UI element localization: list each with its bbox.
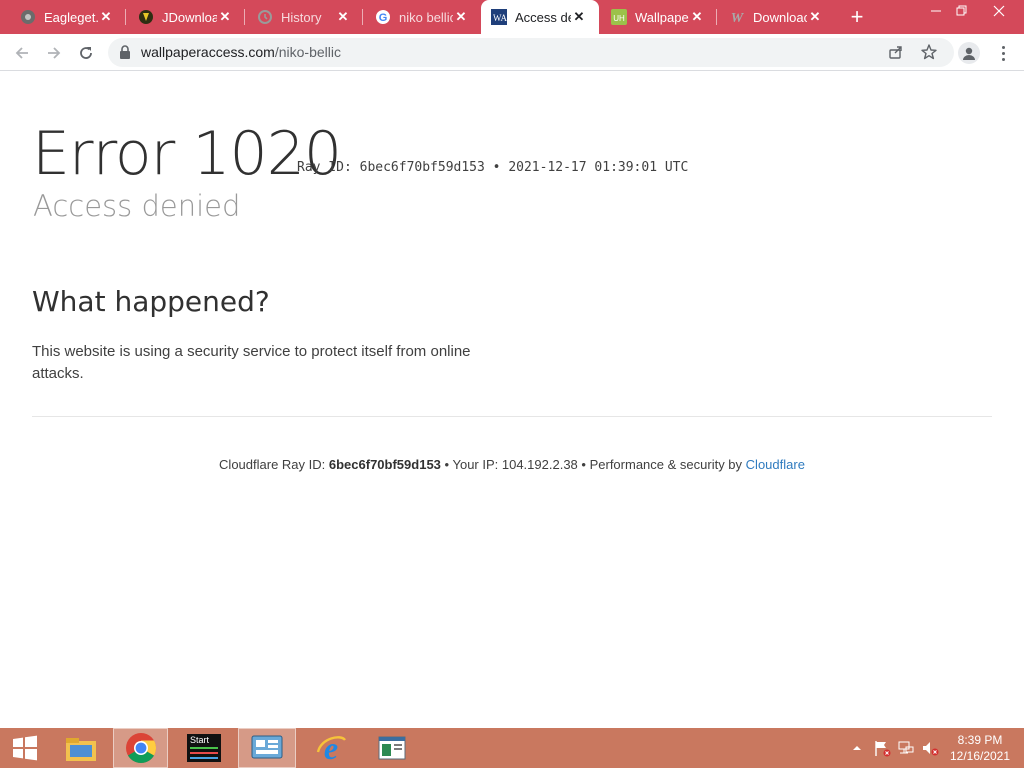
internet-explorer-icon: e xyxy=(316,732,346,764)
reload-button[interactable] xyxy=(74,41,98,65)
windows-logo-icon xyxy=(13,735,37,761)
start-app-label: Start xyxy=(190,735,210,745)
tab-jdownloader[interactable]: JDownloa ✕ xyxy=(126,0,245,34)
tab-history[interactable]: History ✕ xyxy=(245,0,363,34)
url-path: /niko-bellic xyxy=(274,44,341,60)
eagleget-icon xyxy=(20,9,36,25)
chrome-icon xyxy=(125,733,156,764)
close-icon[interactable]: ✕ xyxy=(571,9,587,25)
profile-avatar-icon[interactable] xyxy=(958,42,980,64)
start-app-icon: Start xyxy=(187,734,221,762)
footer-ip: Your IP: 104.192.2.38 xyxy=(452,457,578,472)
tab-title: JDownloa xyxy=(162,9,217,25)
chrome-taskbar[interactable] xyxy=(113,728,168,768)
lock-icon[interactable] xyxy=(119,45,131,64)
reload-icon xyxy=(80,47,92,59)
new-tab-button[interactable]: + xyxy=(845,6,869,30)
svg-text:UH: UH xyxy=(613,14,625,23)
tab-strip: Eagleget.c ✕ JDownloa ✕ History ✕ G niko… xyxy=(0,0,1024,34)
footer-ray-label: Cloudflare Ray ID: xyxy=(219,457,326,472)
close-icon[interactable]: ✕ xyxy=(453,9,469,25)
browser-toolbar: wallpaperaccess.com/niko-bellic xyxy=(0,34,1024,71)
jdownloader-icon xyxy=(138,9,154,25)
tab-title: Wallpaper xyxy=(635,9,689,25)
taskbar: Start e 8:39 PM 12/16/2021 xyxy=(0,728,1024,768)
address-bar[interactable]: wallpaperaccess.com/niko-bellic xyxy=(108,38,954,67)
svg-text:WA: WA xyxy=(493,13,507,23)
tab-eagleget[interactable]: Eagleget.c ✕ xyxy=(0,0,126,34)
forward-button[interactable] xyxy=(42,41,66,65)
url-domain: wallpaperaccess.com xyxy=(141,44,275,60)
start-app-taskbar[interactable]: Start xyxy=(176,728,232,768)
volume-status[interactable] xyxy=(920,728,940,768)
show-hidden-icons-button[interactable] xyxy=(850,728,864,768)
tab-title: History xyxy=(281,9,322,25)
kebab-menu-icon[interactable] xyxy=(995,42,1011,64)
svg-text:G: G xyxy=(379,12,388,24)
close-icon[interactable]: ✕ xyxy=(98,9,114,25)
restore-button[interactable] xyxy=(945,0,979,22)
clock[interactable]: 8:39 PM 12/16/2021 xyxy=(944,732,1016,764)
footer-separator: • xyxy=(581,457,586,472)
control-panel-icon xyxy=(251,735,283,759)
cloudflare-error-page: Error 1020 Ray ID: 6bec6f70bf59d153 • 20… xyxy=(0,71,1024,728)
close-icon[interactable]: ✕ xyxy=(689,9,705,25)
wallpaper-icon: UH xyxy=(611,9,627,25)
clock-time: 8:39 PM xyxy=(957,733,1003,747)
footer: Cloudflare Ray ID: 6bec6f70bf59d153 • Yo… xyxy=(0,457,1024,472)
footer-separator: • xyxy=(444,457,450,472)
svg-text:W: W xyxy=(731,11,745,25)
ray-id-header: Ray ID: 6bec6f70bf59d153 • 2021-12-17 01… xyxy=(297,160,689,175)
start-button[interactable] xyxy=(0,728,50,768)
wallpaperaccess-icon: WA xyxy=(491,9,507,25)
tab-google-search[interactable]: G niko bellic ✕ xyxy=(363,0,481,34)
share-icon[interactable] xyxy=(888,44,904,65)
bookmark-star-icon[interactable] xyxy=(920,43,938,66)
tab-title: niko bellic xyxy=(399,9,453,25)
close-icon[interactable]: ✕ xyxy=(335,9,351,25)
tab-title: Eagleget.c xyxy=(44,9,98,25)
explanation-text: This website is using a security service… xyxy=(32,343,471,382)
chevron-up-icon xyxy=(853,746,861,750)
back-arrow-icon xyxy=(15,47,28,59)
network-icon xyxy=(898,741,914,754)
back-button[interactable] xyxy=(10,41,34,65)
error-subtitle: Access denied xyxy=(33,189,241,223)
tab-access-denied[interactable]: WA Access de ✕ xyxy=(481,0,599,34)
close-icon[interactable]: ✕ xyxy=(807,9,823,25)
history-icon xyxy=(257,9,273,25)
divider xyxy=(32,416,992,417)
file-explorer-taskbar[interactable] xyxy=(53,728,109,768)
footer-ray-id: 6bec6f70bf59d153 xyxy=(328,457,441,472)
control-panel-taskbar[interactable] xyxy=(238,728,296,768)
forward-arrow-icon xyxy=(48,47,61,59)
url-text[interactable]: wallpaperaccess.com/niko-bellic xyxy=(141,38,341,67)
cloudflare-link[interactable]: Cloudflare xyxy=(746,457,805,472)
tab-title: Access de xyxy=(515,9,571,25)
clock-date: 12/16/2021 xyxy=(949,749,1011,763)
network-status[interactable] xyxy=(896,728,916,768)
footer-performance: Performance & security by xyxy=(589,457,743,472)
what-happened-heading: What happened? xyxy=(32,285,270,318)
folder-icon xyxy=(66,738,96,761)
speaker-muted-icon xyxy=(923,742,939,756)
tab-download[interactable]: W Downloac ✕ xyxy=(717,0,835,34)
tab-title: Downloac xyxy=(753,9,807,25)
google-icon: G xyxy=(375,9,391,25)
close-icon[interactable]: ✕ xyxy=(217,9,233,25)
w-icon: W xyxy=(729,9,745,25)
app-window-icon xyxy=(378,736,406,760)
window-close-button[interactable] xyxy=(982,0,1016,22)
action-center-flag[interactable] xyxy=(872,728,892,768)
error-title: Error 1020 xyxy=(32,119,342,189)
app-window-taskbar[interactable] xyxy=(364,728,420,768)
internet-explorer-taskbar[interactable]: e xyxy=(303,728,359,768)
flag-warning-icon xyxy=(875,741,891,757)
tab-wallpaper[interactable]: UH Wallpaper ✕ xyxy=(599,0,717,34)
